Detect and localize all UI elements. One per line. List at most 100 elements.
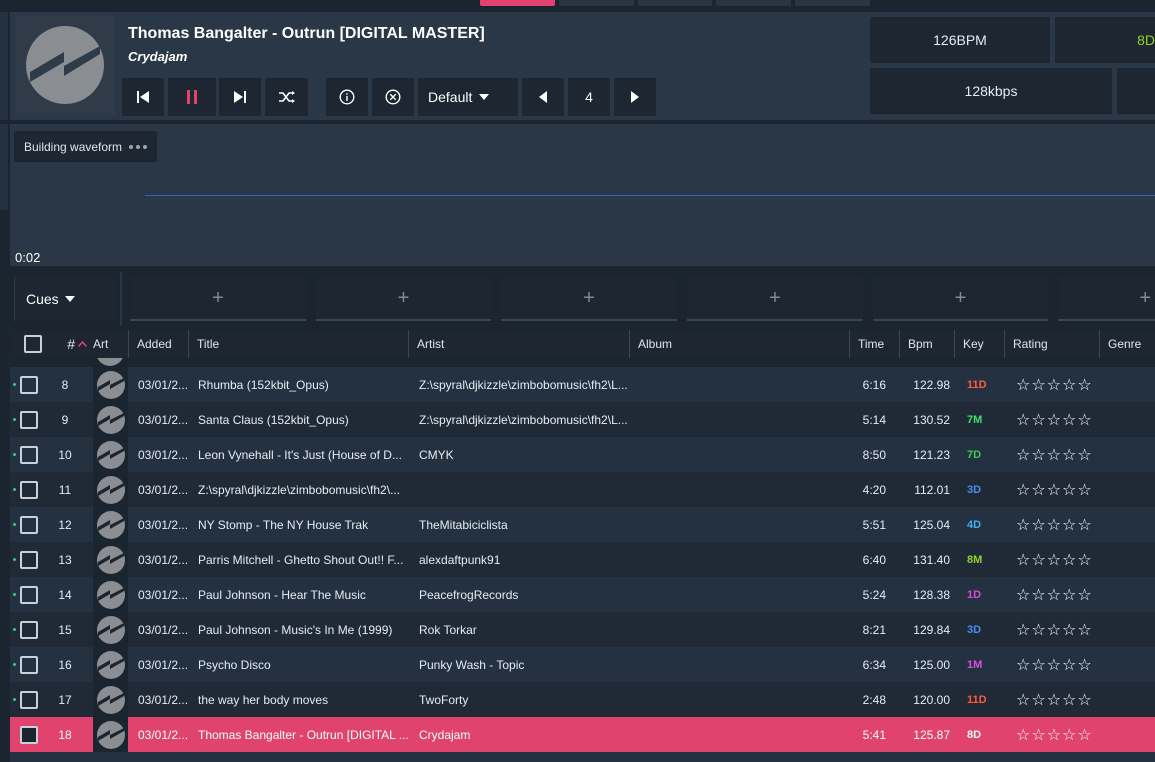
loop-decrease-button[interactable]	[522, 78, 564, 116]
star-icon[interactable]: ☆	[1031, 550, 1045, 570]
row-rating[interactable]: ☆ ☆ ☆ ☆ ☆	[1016, 367, 1102, 402]
row-rating[interactable]: ☆ ☆ ☆ ☆ ☆	[1016, 577, 1102, 612]
row-checkbox[interactable]	[20, 480, 38, 499]
row-checkbox[interactable]	[20, 550, 38, 569]
star-icon[interactable]: ☆	[1077, 480, 1091, 500]
row-rating[interactable]: ☆ ☆ ☆ ☆ ☆	[1016, 542, 1102, 577]
header-title[interactable]: Title	[189, 330, 409, 358]
row-checkbox[interactable]	[20, 620, 38, 639]
row-rating[interactable]: ☆ ☆ ☆ ☆ ☆	[1016, 402, 1102, 437]
row-rating[interactable]: ☆ ☆ ☆ ☆ ☆	[1016, 612, 1102, 647]
star-icon[interactable]: ☆	[1016, 410, 1030, 430]
rating-stars[interactable]: ☆ ☆ ☆ ☆ ☆	[1016, 550, 1092, 570]
top-tab-2[interactable]	[559, 0, 634, 6]
star-icon[interactable]: ☆	[1016, 480, 1030, 500]
rating-stars[interactable]: ☆ ☆ ☆ ☆ ☆	[1016, 690, 1092, 710]
header-album[interactable]: Album	[630, 330, 850, 358]
select-all-checkbox[interactable]	[23, 335, 42, 353]
star-icon[interactable]: ☆	[1031, 655, 1045, 675]
pause-button[interactable]	[168, 78, 216, 116]
table-row[interactable]: 13 03/01/2... Parris Mitchell - Ghetto S…	[10, 542, 1155, 577]
rating-stars[interactable]: ☆ ☆ ☆ ☆ ☆	[1016, 410, 1092, 430]
table-row[interactable]: 16 03/01/2... Psycho Disco Punky Wash - …	[10, 647, 1155, 682]
cues-select[interactable]: Cues	[14, 277, 115, 321]
top-tab-4[interactable]	[716, 0, 791, 6]
star-icon[interactable]: ☆	[1047, 375, 1061, 395]
top-tab-active[interactable]	[480, 0, 555, 6]
table-row[interactable]: 8 03/01/2... Rhumba (152kbit_Opus) Z:\sp…	[10, 367, 1155, 402]
row-rating[interactable]: ☆ ☆ ☆ ☆ ☆	[1016, 437, 1102, 472]
star-icon[interactable]: ☆	[1062, 410, 1076, 430]
header-key[interactable]: Key	[955, 330, 1005, 358]
star-icon[interactable]: ☆	[1047, 725, 1061, 745]
row-rating[interactable]: ☆ ☆ ☆ ☆ ☆	[1016, 472, 1102, 507]
star-icon[interactable]: ☆	[1031, 725, 1045, 745]
star-icon[interactable]: ☆	[1062, 725, 1076, 745]
row-checkbox[interactable]	[20, 655, 38, 674]
star-icon[interactable]: ☆	[1077, 445, 1091, 465]
header-time[interactable]: Time	[850, 330, 900, 358]
star-icon[interactable]: ☆	[1077, 725, 1091, 745]
table-row[interactable]: 11 03/01/2... Z:\spyral\djkizzle\zimbobo…	[10, 472, 1155, 507]
star-icon[interactable]: ☆	[1047, 655, 1061, 675]
star-icon[interactable]: ☆	[1077, 375, 1091, 395]
star-icon[interactable]: ☆	[1062, 480, 1076, 500]
cue-slot-6[interactable]: +	[1058, 277, 1155, 321]
cue-slot-1[interactable]: +	[130, 277, 306, 321]
star-icon[interactable]: ☆	[1077, 655, 1091, 675]
table-row[interactable]: 14 03/01/2... Paul Johnson - Hear The Mu…	[10, 577, 1155, 612]
star-icon[interactable]: ☆	[1077, 550, 1091, 570]
row-rating[interactable]: ☆ ☆ ☆ ☆ ☆	[1016, 647, 1102, 682]
top-tab-3[interactable]	[638, 0, 712, 6]
header-rating[interactable]: Rating	[1005, 330, 1100, 358]
shuffle-button[interactable]	[265, 78, 308, 116]
rating-stars[interactable]: ☆ ☆ ☆ ☆ ☆	[1016, 655, 1092, 675]
star-icon[interactable]: ☆	[1047, 445, 1061, 465]
row-checkbox[interactable]	[20, 410, 38, 429]
star-icon[interactable]: ☆	[1062, 620, 1076, 640]
eject-button[interactable]	[372, 78, 414, 116]
star-icon[interactable]: ☆	[1031, 690, 1045, 710]
cue-slot-5[interactable]: +	[873, 277, 1048, 321]
star-icon[interactable]: ☆	[1077, 585, 1091, 605]
star-icon[interactable]: ☆	[1031, 515, 1045, 535]
row-checkbox[interactable]	[20, 725, 38, 744]
rating-stars[interactable]: ☆ ☆ ☆ ☆ ☆	[1016, 585, 1092, 605]
star-icon[interactable]: ☆	[1047, 585, 1061, 605]
star-icon[interactable]: ☆	[1016, 690, 1030, 710]
star-icon[interactable]: ☆	[1016, 725, 1030, 745]
rating-stars[interactable]: ☆ ☆ ☆ ☆ ☆	[1016, 445, 1092, 465]
star-icon[interactable]: ☆	[1062, 585, 1076, 605]
top-tab-5[interactable]	[795, 0, 870, 6]
star-icon[interactable]: ☆	[1062, 375, 1076, 395]
next-track-button[interactable]	[219, 78, 261, 116]
header-bpm[interactable]: Bpm	[900, 330, 955, 358]
header-art[interactable]: Art	[93, 330, 129, 358]
cue-slot-3[interactable]: +	[501, 277, 677, 321]
star-icon[interactable]: ☆	[1031, 375, 1045, 395]
star-icon[interactable]: ☆	[1047, 515, 1061, 535]
star-icon[interactable]: ☆	[1016, 515, 1030, 535]
loop-increase-button[interactable]	[614, 78, 656, 116]
row-checkbox[interactable]	[20, 690, 38, 709]
star-icon[interactable]: ☆	[1077, 620, 1091, 640]
header-artist[interactable]: Artist	[409, 330, 630, 358]
star-icon[interactable]: ☆	[1077, 410, 1091, 430]
table-row[interactable]: 18 03/01/2... Thomas Bangalter - Outrun …	[10, 717, 1155, 752]
table-row[interactable]: 9 03/01/2... Santa Claus (152kbit_Opus) …	[10, 402, 1155, 437]
star-icon[interactable]: ☆	[1047, 620, 1061, 640]
row-rating[interactable]: ☆ ☆ ☆ ☆ ☆	[1016, 682, 1102, 717]
star-icon[interactable]: ☆	[1031, 620, 1045, 640]
star-icon[interactable]: ☆	[1062, 550, 1076, 570]
star-icon[interactable]: ☆	[1047, 480, 1061, 500]
row-rating[interactable]: ☆ ☆ ☆ ☆ ☆	[1016, 507, 1102, 542]
row-checkbox[interactable]	[20, 375, 38, 394]
star-icon[interactable]: ☆	[1077, 515, 1091, 535]
header-genre[interactable]: Genre	[1100, 330, 1155, 358]
star-icon[interactable]: ☆	[1016, 445, 1030, 465]
rating-stars[interactable]: ☆ ☆ ☆ ☆ ☆	[1016, 375, 1092, 395]
star-icon[interactable]: ☆	[1016, 655, 1030, 675]
star-icon[interactable]: ☆	[1062, 655, 1076, 675]
table-row[interactable]: 17 03/01/2... the way her body moves Two…	[10, 682, 1155, 717]
row-rating[interactable]: ☆ ☆ ☆ ☆ ☆	[1016, 717, 1102, 752]
